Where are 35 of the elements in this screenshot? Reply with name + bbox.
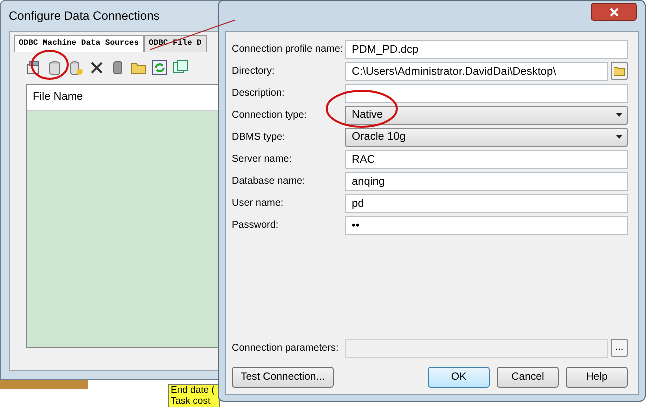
database-icon[interactable] (47, 60, 63, 76)
field-label: Directory: (232, 64, 276, 78)
input-field[interactable]: anqing (345, 172, 628, 190)
input-field[interactable]: C:\Users\Administrator.DavidDai\Desktop\ (345, 62, 608, 80)
field-label: Connection profile name: (232, 42, 344, 56)
password-field[interactable]: •• (345, 216, 628, 234)
caret-icon (616, 135, 623, 139)
window-title: Configure Data Connections (8, 8, 161, 25)
note-text: End date ( (171, 385, 215, 396)
dialog-button[interactable]: Cancel (497, 367, 559, 388)
input-field[interactable]: PDM_PD.dcp (345, 40, 628, 58)
database-add-icon[interactable] (68, 60, 84, 76)
dropdown[interactable]: Native (345, 106, 628, 124)
annotation-circle (31, 50, 69, 80)
tab[interactable]: ODBC Machine Data Sources (14, 35, 144, 52)
input-field[interactable]: pd (345, 194, 628, 212)
delete-icon[interactable] (89, 60, 105, 76)
close-icon (610, 8, 618, 17)
column-header[interactable]: File Name (33, 91, 84, 103)
caret-icon (616, 113, 623, 117)
close-button[interactable] (591, 3, 637, 21)
tab[interactable]: ODBC File D (144, 35, 207, 52)
dialog-button[interactable]: OK (428, 367, 490, 388)
folder-icon (614, 66, 625, 76)
ellipsis-button[interactable]: ... (611, 339, 628, 357)
refresh-icon[interactable] (152, 60, 168, 76)
annotation-circle (326, 90, 398, 128)
dialog-button[interactable]: Test Connection... (232, 367, 334, 388)
note-text: Task cost (171, 396, 211, 407)
dropdown[interactable]: Oracle 10g (345, 128, 628, 146)
browse-button[interactable] (611, 62, 628, 80)
input-field[interactable]: RAC (345, 150, 628, 168)
input-field[interactable] (345, 84, 628, 102)
input-field[interactable] (345, 338, 608, 358)
dialog-button[interactable]: Help (566, 367, 628, 388)
